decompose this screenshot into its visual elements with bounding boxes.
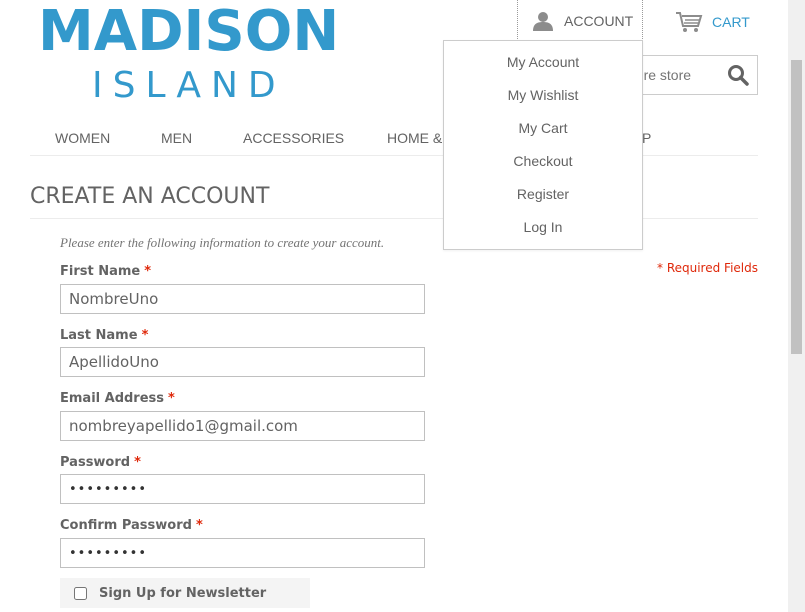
first-name-field[interactable] [60, 284, 425, 314]
password-label: Password * [60, 455, 141, 470]
newsletter-checkbox[interactable] [74, 586, 87, 600]
confirm-password-label-text: Confirm Password [60, 518, 192, 533]
nav-item-women[interactable]: WOMEN [55, 130, 110, 146]
page-title: CREATE AN ACCOUNT [30, 184, 270, 209]
title-divider [30, 218, 758, 219]
email-label-text: Email Address [60, 391, 165, 406]
required-star: * [144, 264, 152, 279]
last-name-label: Last Name * [60, 328, 148, 343]
last-name-field[interactable] [60, 347, 425, 377]
menu-item-register[interactable]: Register [444, 186, 642, 202]
nav-item-partial[interactable]: P [642, 130, 651, 146]
search-input[interactable] [631, 56, 719, 94]
cart-label: CART [712, 14, 750, 30]
account-button[interactable]: ACCOUNT [517, 0, 643, 41]
scrollbar-thumb[interactable] [791, 60, 802, 354]
logo-main-text[interactable]: MADISON [38, 0, 339, 64]
account-label: ACCOUNT [564, 12, 634, 29]
account-dropdown-menu: My Account My Wishlist My Cart Checkout … [443, 40, 643, 250]
menu-item-log-in[interactable]: Log In [444, 219, 642, 235]
scrollbar[interactable] [788, 0, 805, 612]
password-field[interactable] [60, 474, 425, 504]
required-star: * [141, 328, 149, 343]
confirm-password-label: Confirm Password * [60, 518, 203, 533]
main-nav: WOMEN MEN ACCESSORIES HOME & P [30, 124, 758, 156]
first-name-label: First Name * [60, 264, 151, 279]
password-label-text: Password [60, 455, 131, 470]
search-box [630, 55, 758, 95]
menu-item-my-cart[interactable]: My Cart [444, 120, 642, 136]
menu-item-checkout[interactable]: Checkout [444, 153, 642, 169]
email-field[interactable] [60, 411, 425, 441]
user-icon [533, 11, 553, 31]
confirm-password-field[interactable] [60, 538, 425, 568]
menu-item-my-account[interactable]: My Account [444, 54, 642, 70]
required-star: * [168, 391, 175, 406]
logo-sub-text[interactable]: ISLAND [92, 64, 286, 108]
newsletter-option[interactable]: Sign Up for Newsletter [60, 578, 310, 608]
nav-item-men[interactable]: MEN [161, 130, 192, 146]
nav-item-accessories[interactable]: ACCESSORIES [243, 130, 344, 146]
form-intro-text: Please enter the following information t… [60, 235, 385, 250]
required-star: * [195, 518, 203, 533]
menu-item-my-wishlist[interactable]: My Wishlist [444, 87, 642, 103]
newsletter-label: Sign Up for Newsletter [99, 585, 267, 601]
required-star: * [134, 455, 141, 470]
nav-item-home[interactable]: HOME & [387, 130, 442, 146]
email-label: Email Address * [60, 391, 175, 406]
first-name-label-text: First Name [60, 264, 141, 279]
required-fields-note: * Required Fields [657, 261, 758, 275]
last-name-label-text: Last Name [60, 328, 138, 343]
search-icon[interactable] [727, 64, 749, 86]
cart-button[interactable]: CART [675, 8, 750, 36]
cart-icon [676, 12, 703, 32]
